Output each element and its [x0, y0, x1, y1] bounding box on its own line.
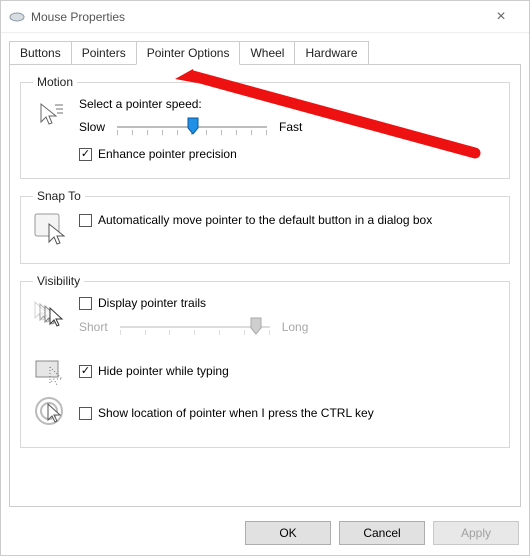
window-title: Mouse Properties: [31, 10, 481, 24]
tab-panel: Motion Select a pointer speed: Slow: [9, 64, 521, 507]
trails-long-text: Long: [282, 320, 309, 334]
tab-hardware[interactable]: Hardware: [294, 41, 368, 64]
check-icon: [79, 214, 92, 227]
check-icon: ✓: [79, 365, 92, 378]
tab-buttons[interactable]: Buttons: [9, 41, 72, 64]
tab-wheel[interactable]: Wheel: [239, 41, 295, 64]
ok-button[interactable]: OK: [245, 521, 331, 545]
trails-slider-thumb: [250, 317, 262, 335]
check-icon: ✓: [79, 148, 92, 161]
cancel-button[interactable]: Cancel: [339, 521, 425, 545]
dialog-buttons: OK Cancel Apply: [1, 513, 529, 555]
ctrl-locate-icon: [33, 395, 69, 431]
pointer-trails-checkbox[interactable]: Display pointer trails: [79, 296, 497, 311]
speed-slow-text: Slow: [79, 120, 105, 134]
hide-typing-checkbox[interactable]: ✓ Hide pointer while typing: [79, 364, 229, 379]
mouse-icon: [9, 9, 25, 25]
enhance-precision-label: Enhance pointer precision: [98, 147, 237, 162]
snapto-label: Automatically move pointer to the defaul…: [98, 213, 432, 228]
trails-slider: [120, 317, 270, 337]
snapto-icon: [33, 211, 69, 247]
snapto-legend: Snap To: [33, 189, 85, 203]
motion-legend: Motion: [33, 75, 77, 89]
speed-slider[interactable]: [117, 117, 267, 137]
close-button[interactable]: ×: [481, 1, 521, 33]
ctrl-locate-label: Show location of pointer when I press th…: [98, 406, 374, 421]
motion-group: Motion Select a pointer speed: Slow: [20, 75, 510, 179]
ctrl-locate-checkbox[interactable]: Show location of pointer when I press th…: [79, 406, 374, 421]
pointer-trails-icon: [33, 296, 69, 332]
hide-typing-icon: [33, 353, 69, 389]
tab-pointer-options[interactable]: Pointer Options: [136, 41, 241, 65]
trails-short-text: Short: [79, 320, 108, 334]
speed-fast-text: Fast: [279, 120, 302, 134]
visibility-legend: Visibility: [33, 274, 84, 288]
mouse-properties-window: Mouse Properties × Buttons Pointers Poin…: [0, 0, 530, 556]
check-icon: [79, 297, 92, 310]
speed-slider-thumb[interactable]: [187, 117, 199, 135]
snapto-group: Snap To Automatically move pointer to th…: [20, 189, 510, 264]
check-icon: [79, 407, 92, 420]
enhance-precision-checkbox[interactable]: ✓ Enhance pointer precision: [79, 147, 497, 162]
pointer-trails-label: Display pointer trails: [98, 296, 206, 311]
cursor-speed-icon: [33, 97, 69, 133]
titlebar: Mouse Properties ×: [1, 1, 529, 33]
snapto-checkbox[interactable]: Automatically move pointer to the defaul…: [79, 211, 432, 228]
visibility-group: Visibility Display pointer trails: [20, 274, 510, 448]
speed-label: Select a pointer speed:: [79, 97, 497, 111]
tab-strip: Buttons Pointers Pointer Options Wheel H…: [1, 41, 529, 64]
tab-pointers[interactable]: Pointers: [71, 41, 137, 64]
hide-typing-label: Hide pointer while typing: [98, 364, 229, 379]
apply-button: Apply: [433, 521, 519, 545]
